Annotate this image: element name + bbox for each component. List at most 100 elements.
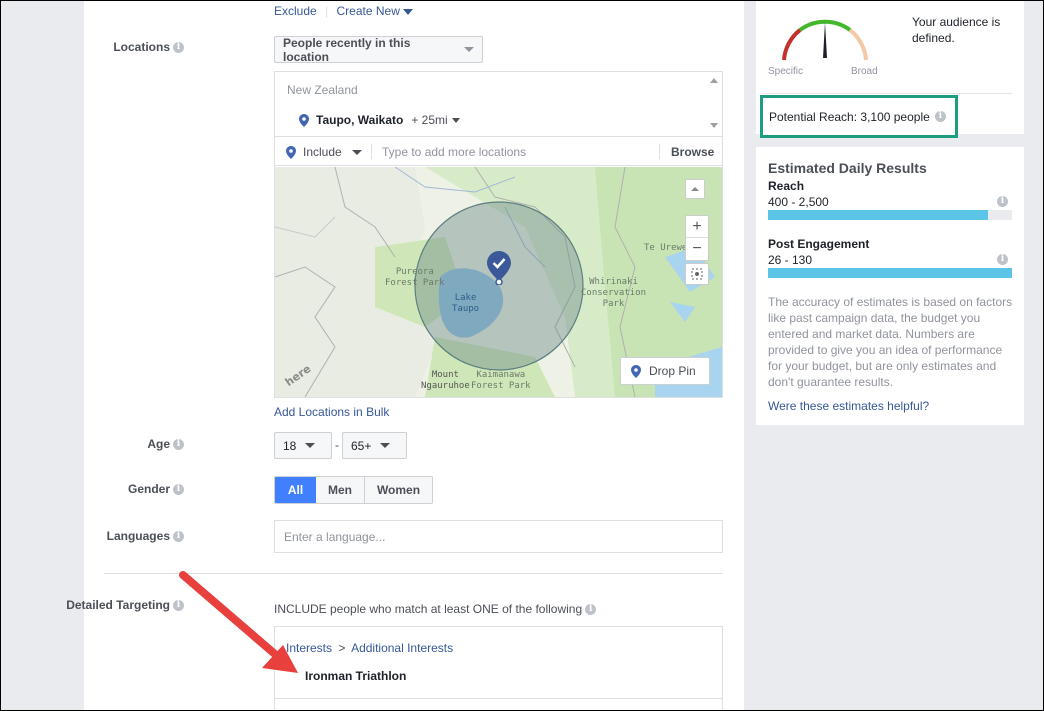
exclude-link[interactable]: Exclude: [274, 4, 317, 18]
radius-value: + 25mi: [411, 113, 448, 127]
scroll-down-icon[interactable]: [710, 123, 718, 128]
gender-all-button[interactable]: All: [275, 477, 316, 503]
age-min-value: 18: [283, 438, 297, 453]
include-criteria-text: INCLUDE people who match at least ONE of…: [274, 602, 597, 616]
languages-label: Languages i: [44, 529, 184, 543]
divider: [275, 698, 722, 699]
map-pin-icon[interactable]: [487, 251, 511, 285]
divider: [659, 144, 660, 159]
location-entry[interactable]: Taupo, Waikato + 25mi: [299, 113, 460, 127]
map-label-te-urewera: Te Urewe: [644, 243, 688, 253]
reach-bar-fill: [768, 210, 988, 220]
breadcrumb: Interests > Additional Interests: [286, 641, 453, 655]
chevron-up-icon: [691, 187, 699, 191]
radius-dropdown[interactable]: + 25mi: [411, 113, 460, 127]
chevron-down-icon: [451, 118, 460, 124]
breadcrumb-separator: >: [338, 641, 346, 655]
location-pin-icon: [631, 364, 641, 378]
scroll-up-icon[interactable]: [710, 78, 718, 83]
chevron-down-icon: [464, 47, 474, 52]
info-icon[interactable]: i: [173, 531, 184, 543]
reach-value: 400 - 2,500: [768, 195, 829, 209]
language-input[interactable]: Enter a language...: [274, 520, 723, 553]
engagement-value: 26 - 130: [768, 253, 813, 267]
detailed-targeting-label: Detailed Targeting i: [44, 598, 184, 612]
interest-item[interactable]: Ironman Triathlon: [305, 669, 406, 683]
locations-label: Locations i: [44, 40, 184, 54]
languages-label-text: Languages: [106, 529, 170, 543]
create-new-label: Create New: [336, 4, 400, 18]
divider: [764, 93, 1012, 94]
location-pin-icon: [286, 145, 296, 159]
location-box: New Zealand Taupo, Waikato + 25mi Includ…: [274, 71, 723, 398]
age-max-dropdown[interactable]: 65+: [342, 432, 407, 459]
engagement-bar: [768, 268, 1012, 278]
map-label-whirinaki: Whirinaki Conservation Park: [581, 277, 647, 309]
age-label-text: Age: [147, 437, 170, 451]
estimates-helpful-link[interactable]: Were these estimates helpful?: [768, 399, 929, 413]
separator: |: [325, 4, 329, 18]
location-map[interactable]: Pureora Forest Park Lake Taupo Whirinaki…: [275, 167, 722, 397]
scrollbar[interactable]: [706, 72, 722, 134]
breadcrumb-additional-interests[interactable]: Additional Interests: [351, 641, 453, 655]
zoom-in-button[interactable]: +: [686, 216, 708, 238]
estimates-disclaimer: The accuracy of estimates is based on fa…: [768, 295, 1013, 389]
estimates-panel: Estimated Daily Results Reach 400 - 2,50…: [756, 147, 1024, 425]
include-label: Include: [303, 145, 342, 159]
locations-label-text: Locations: [113, 40, 170, 54]
potential-reach-highlight: Potential Reach: 3,100 people i: [760, 95, 958, 138]
country-label: New Zealand: [287, 83, 358, 97]
age-min-dropdown[interactable]: 18: [274, 432, 332, 459]
crosshair-icon: [691, 268, 703, 280]
audience-panel: Specific Broad Your audience is defined.…: [756, 0, 1024, 138]
estimates-title: Estimated Daily Results: [768, 160, 927, 176]
info-icon[interactable]: i: [173, 42, 184, 54]
include-criteria-label: INCLUDE people who match at least ONE of…: [274, 602, 583, 616]
targeting-box: Interests > Additional Interests Ironman…: [274, 626, 723, 711]
chevron-down-icon: [305, 443, 316, 448]
info-icon[interactable]: i: [173, 439, 184, 451]
language-input-placeholder: Enter a language...: [284, 530, 386, 544]
map-label-ngauruhoe: Mount Ngauruhoe: [421, 370, 470, 391]
create-new-link[interactable]: Create New: [337, 4, 413, 18]
map-label-lake: Lake Taupo: [452, 293, 480, 314]
zoom-controls: + −: [685, 215, 709, 261]
location-type-dropdown[interactable]: People recently in this location: [274, 35, 483, 64]
location-place: Taupo, Waikato: [316, 113, 404, 127]
info-icon[interactable]: i: [173, 484, 184, 496]
drop-pin-label: Drop Pin: [649, 364, 696, 378]
age-separator: -: [335, 438, 339, 452]
gender-segmented-control: All Men Women: [274, 476, 433, 504]
info-icon[interactable]: i: [585, 604, 597, 616]
drop-pin-button[interactable]: Drop Pin: [620, 357, 710, 385]
include-dropdown[interactable]: Include: [286, 145, 362, 159]
detailed-targeting-label-text: Detailed Targeting: [66, 598, 170, 612]
annotation-arrow: [179, 571, 298, 673]
map-label-kaimanawa: Kaimanawa Forest Park: [471, 370, 531, 391]
top-links: Exclude | Create New: [274, 4, 413, 18]
location-type-value: People recently in this location: [283, 35, 411, 64]
info-icon[interactable]: i: [934, 111, 946, 122]
audience-gauge: [782, 19, 868, 61]
include-row: Include Type to add more locations Brows…: [275, 136, 722, 166]
gender-label: Gender i: [44, 482, 184, 496]
reach-bar: [768, 210, 1012, 220]
engagement-label: Post Engagement: [768, 237, 870, 251]
potential-reach-text: Potential Reach: 3,100 people: [769, 109, 930, 124]
add-locations-bulk-link[interactable]: Add Locations in Bulk: [274, 405, 389, 419]
info-icon[interactable]: i: [997, 254, 1008, 265]
gender-women-button[interactable]: Women: [365, 477, 432, 503]
map-collapse-button[interactable]: [685, 179, 705, 199]
browse-button[interactable]: Browse: [671, 145, 714, 159]
locate-button[interactable]: [685, 263, 709, 285]
chevron-down-icon: [380, 443, 391, 448]
location-search-input[interactable]: Type to add more locations: [382, 145, 526, 159]
divider: [371, 144, 372, 159]
chevron-down-icon: [402, 8, 413, 15]
gauge-broad-label: Broad: [851, 66, 878, 77]
info-icon[interactable]: i: [997, 196, 1008, 207]
audience-defined-text: Your audience is defined.: [912, 15, 1001, 45]
age-max-value: 65+: [351, 438, 372, 453]
gender-men-button[interactable]: Men: [316, 477, 365, 503]
zoom-out-button[interactable]: −: [686, 238, 708, 260]
